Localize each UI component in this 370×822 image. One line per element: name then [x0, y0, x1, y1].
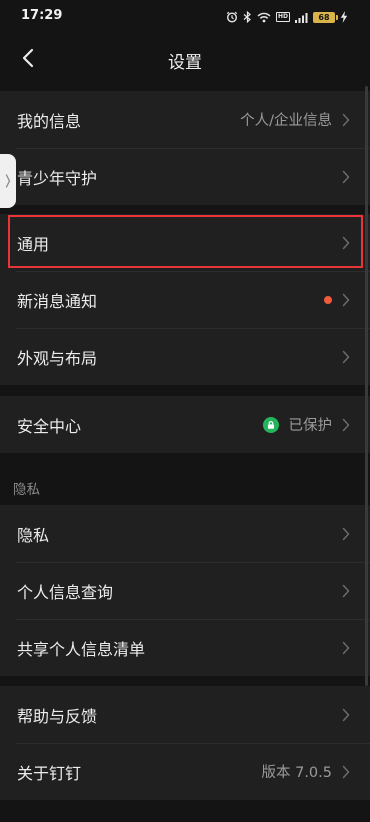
row-label: 关于钉钉 [17, 763, 82, 783]
my-info-row[interactable]: 我的信息 个人/企业信息 [0, 91, 370, 148]
chevron-right-icon [342, 170, 350, 183]
network-badge: HD [275, 12, 290, 22]
scrollbar[interactable] [365, 86, 368, 686]
status-bar: 17:29 HD 68 [0, 0, 370, 34]
youth-guard-row[interactable]: 青少年守护 [0, 148, 370, 205]
chevron-right-icon [342, 765, 350, 778]
general-row[interactable]: 通用 [0, 214, 370, 271]
version-value: 版本 7.0.5 [261, 765, 332, 781]
chevron-right-icon [342, 527, 350, 540]
chevron-right-icon [342, 236, 350, 249]
appearance-row[interactable]: 外观与布局 [0, 328, 370, 385]
account-group: 我的信息 个人/企业信息 青少年守护 [0, 91, 370, 205]
status-time: 17:29 [21, 8, 63, 23]
general-group: 通用 新消息通知 外观与布局 [0, 214, 370, 385]
alarm-icon [226, 11, 238, 23]
battery-indicator: 68 [313, 11, 338, 23]
notification-dot [324, 295, 332, 304]
row-label: 个人信息查询 [17, 582, 114, 602]
row-label: 帮助与反馈 [17, 706, 98, 726]
row-label: 外观与布局 [17, 348, 98, 368]
page-title: 设置 [168, 53, 202, 73]
about-group: 帮助与反馈 关于钉钉 版本 7.0.5 [0, 686, 370, 800]
charging-icon [340, 11, 348, 23]
chevron-right-icon [342, 350, 350, 363]
chevron-right-icon [342, 293, 350, 306]
row-label: 共享个人信息清单 [17, 639, 146, 659]
side-drawer-handle[interactable] [0, 154, 16, 208]
privacy-group: 隐私 个人信息查询 共享个人信息清单 [0, 505, 370, 676]
section-title: 隐私 [13, 482, 40, 498]
row-value: 个人/企业信息 [240, 113, 332, 129]
chevron-right-icon [342, 641, 350, 654]
notifications-row[interactable]: 新消息通知 [0, 271, 370, 328]
signal-icon [295, 12, 308, 23]
lock-icon [262, 416, 279, 433]
chevron-right-icon [342, 418, 350, 431]
status-icons: HD 68 [226, 9, 348, 25]
chevron-right-icon [342, 584, 350, 597]
shared-info-list-row[interactable]: 共享个人信息清单 [0, 619, 370, 676]
personal-info-query-row[interactable]: 个人信息查询 [0, 562, 370, 619]
wifi-icon [257, 12, 271, 23]
privacy-row[interactable]: 隐私 [0, 505, 370, 562]
privacy-section-header: 隐私 [0, 472, 370, 504]
help-feedback-row[interactable]: 帮助与反馈 [0, 686, 370, 743]
chevron-right-icon [342, 708, 350, 721]
about-dingtalk-row[interactable]: 关于钉钉 版本 7.0.5 [0, 743, 370, 800]
row-label: 通用 [17, 234, 50, 254]
nav-bar: 设置 [0, 34, 370, 82]
security-center-row[interactable]: 安全中心 已保护 [0, 396, 370, 453]
row-label: 我的信息 [17, 111, 82, 131]
row-label: 隐私 [17, 525, 50, 545]
security-group: 安全中心 已保护 [0, 396, 370, 453]
row-label: 安全中心 [17, 416, 82, 436]
chevron-right-icon [342, 113, 350, 126]
bluetooth-icon [243, 11, 252, 23]
row-label: 青少年守护 [17, 168, 98, 188]
row-value: 已保护 [288, 418, 333, 434]
row-label: 新消息通知 [17, 291, 98, 311]
chevron-right-icon [5, 174, 11, 188]
